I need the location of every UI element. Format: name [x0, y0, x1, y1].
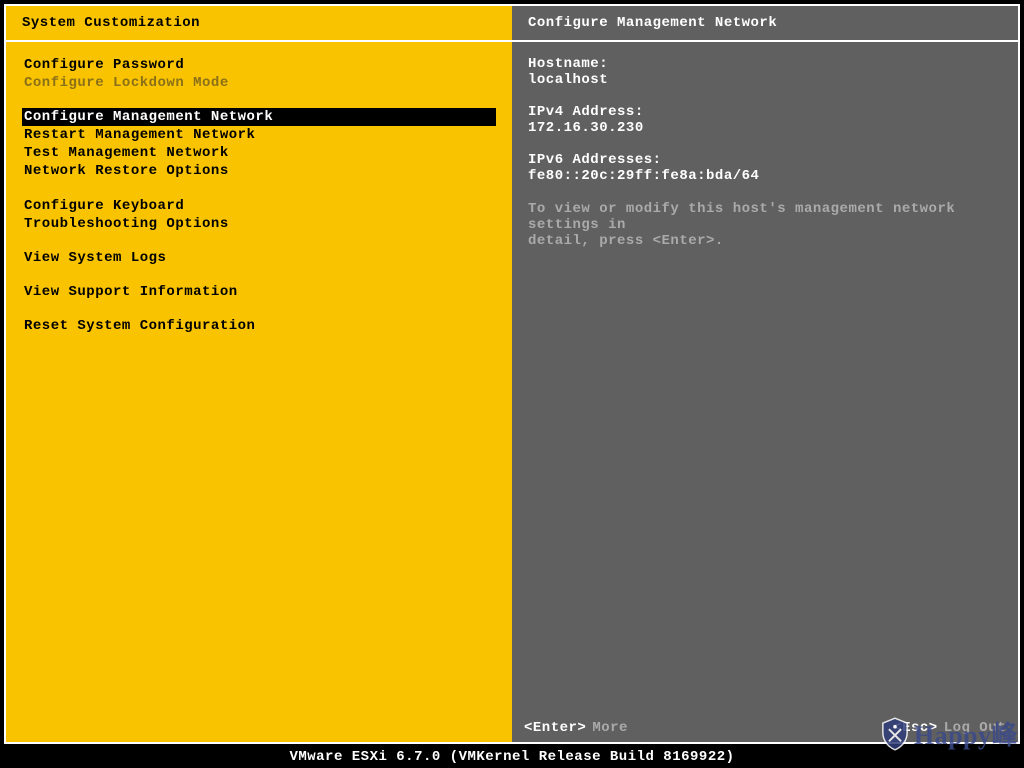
- esc-action-label: Log Out: [944, 720, 1006, 736]
- esc-key-label: <Esc>: [893, 720, 938, 736]
- menu-group: View System Logs: [22, 249, 496, 267]
- menu-item: Configure Lockdown Mode: [22, 74, 496, 92]
- enter-key-label: <Enter>: [524, 720, 586, 736]
- status-bar: VMware ESXi 6.7.0 (VMKernel Release Buil…: [0, 746, 1024, 768]
- ipv6-label: IPv6 Addresses:: [528, 152, 1002, 168]
- menu-item[interactable]: Configure Management Network: [22, 108, 496, 126]
- menu-list: Configure PasswordConfigure Lockdown Mod…: [6, 42, 512, 742]
- menu-group: Reset System Configuration: [22, 317, 496, 335]
- left-panel-title: System Customization: [6, 6, 512, 42]
- ipv6-value: fe80::20c:29ff:fe8a:bda/64: [528, 168, 1002, 184]
- main-frame: System Customization Configure PasswordC…: [4, 4, 1020, 744]
- hostname-value: localhost: [528, 72, 1002, 88]
- enter-hint[interactable]: <Enter> More: [524, 720, 628, 736]
- right-footer: <Enter> More <Esc> Log Out: [524, 720, 1006, 736]
- help-line-1: To view or modify this host's management…: [528, 201, 1002, 233]
- hostname-label: Hostname:: [528, 56, 1002, 72]
- right-panel-title: Configure Management Network: [512, 6, 1018, 42]
- menu-item[interactable]: View Support Information: [22, 283, 496, 301]
- hostname-block: Hostname: localhost: [528, 56, 1002, 88]
- menu-item[interactable]: Configure Keyboard: [22, 197, 496, 215]
- menu-group: View Support Information: [22, 283, 496, 301]
- esc-hint[interactable]: <Esc> Log Out: [893, 720, 1006, 736]
- menu-item[interactable]: Reset System Configuration: [22, 317, 496, 335]
- ipv4-value: 172.16.30.230: [528, 120, 1002, 136]
- detail-pane: Hostname: localhost IPv4 Address: 172.16…: [512, 42, 1018, 742]
- help-text: To view or modify this host's management…: [528, 201, 1002, 249]
- menu-group: Configure Management NetworkRestart Mana…: [22, 108, 496, 180]
- menu-group: Configure PasswordConfigure Lockdown Mod…: [22, 56, 496, 92]
- enter-action-label: More: [592, 720, 628, 736]
- menu-group: Configure KeyboardTroubleshooting Option…: [22, 197, 496, 233]
- left-panel: System Customization Configure PasswordC…: [6, 6, 512, 742]
- ipv4-block: IPv4 Address: 172.16.30.230: [528, 104, 1002, 136]
- right-panel: Configure Management Network Hostname: l…: [512, 6, 1018, 742]
- menu-item[interactable]: Restart Management Network: [22, 126, 496, 144]
- menu-item[interactable]: View System Logs: [22, 249, 496, 267]
- ipv4-label: IPv4 Address:: [528, 104, 1002, 120]
- menu-item[interactable]: Network Restore Options: [22, 162, 496, 180]
- menu-item[interactable]: Configure Password: [22, 56, 496, 74]
- help-line-2: detail, press <Enter>.: [528, 233, 1002, 249]
- menu-item[interactable]: Troubleshooting Options: [22, 215, 496, 233]
- menu-item[interactable]: Test Management Network: [22, 144, 496, 162]
- ipv6-block: IPv6 Addresses: fe80::20c:29ff:fe8a:bda/…: [528, 152, 1002, 184]
